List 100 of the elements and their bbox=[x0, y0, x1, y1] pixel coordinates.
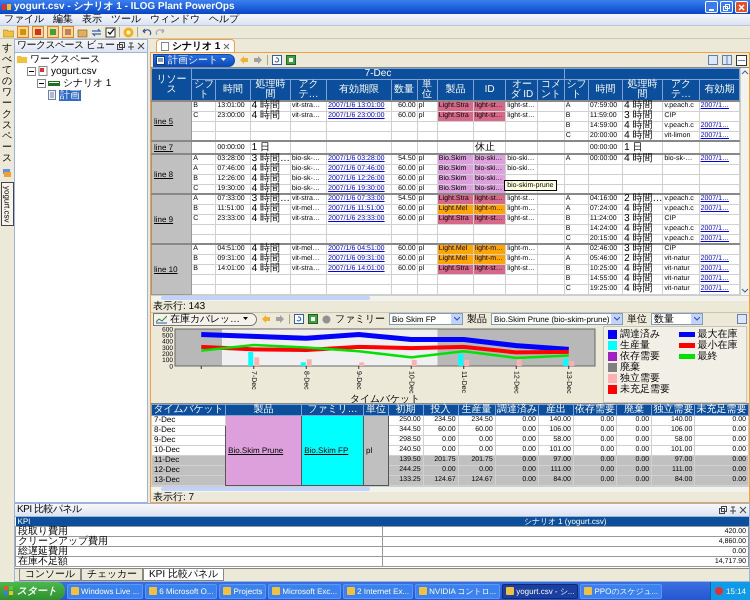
clock: 15:14 bbox=[726, 586, 746, 596]
column-header[interactable]: 単位 bbox=[364, 404, 388, 415]
taskbar-item[interactable]: PPOのスケジュ... bbox=[580, 584, 662, 598]
resource-link[interactable]: line 5 bbox=[154, 116, 174, 126]
column-header[interactable]: 独立需要 bbox=[652, 404, 695, 415]
unit-select[interactable]: 数量 bbox=[651, 313, 703, 325]
legend-label: 最小在庫 bbox=[698, 340, 738, 350]
table-cell: 3 時間… bbox=[252, 155, 290, 164]
resource-link[interactable]: line 9 bbox=[154, 214, 174, 224]
table-cell: 2 時間… bbox=[624, 195, 662, 204]
table-cell: 4 時間 bbox=[252, 175, 280, 183]
legend-label: 調達済み bbox=[620, 328, 660, 340]
taskbar-item[interactable]: Windows Live ... bbox=[67, 584, 144, 598]
menu-item[interactable]: 編集 bbox=[53, 14, 73, 25]
table-cell: 4 時間 bbox=[624, 285, 652, 293]
table-cell: 4 時間 bbox=[624, 265, 652, 273]
taskbar-item[interactable]: 6 Microsoft O... bbox=[145, 584, 218, 598]
column-header[interactable]: 投入 bbox=[423, 404, 458, 415]
table-cell: 1 日 bbox=[252, 144, 270, 152]
resource-link[interactable]: line 8 bbox=[154, 170, 174, 178]
panel-title: ワークスペース ビュー bbox=[17, 40, 115, 52]
panel-tab[interactable]: コンソール bbox=[19, 569, 81, 581]
table-cell: 4 時間 bbox=[624, 205, 652, 213]
table-cell: 8-Dec bbox=[152, 425, 226, 435]
table-cell: 4 時間 bbox=[252, 265, 280, 273]
legend-label: 最大在庫 bbox=[698, 328, 738, 340]
column-header[interactable]: 廃棄 bbox=[616, 404, 652, 415]
table-cell: 4 時間 bbox=[252, 112, 280, 120]
taskbar-item[interactable]: yogurt.csv - シ... bbox=[502, 584, 578, 598]
family-select[interactable]: Bio Skim FP bbox=[389, 313, 463, 325]
column-header[interactable]: 処理時間 bbox=[622, 80, 663, 101]
legend-label: 廃棄 bbox=[620, 362, 640, 372]
column-header[interactable]: 依存需要 bbox=[573, 404, 617, 415]
view-dropdown[interactable]: 在庫カバレッ… bbox=[153, 312, 257, 326]
table-cell: 11-Dec bbox=[152, 455, 226, 465]
sheet-dropdown[interactable]: 計画シート bbox=[153, 54, 235, 66]
column-header: KPI bbox=[16, 517, 382, 526]
column-group-header: 7-Dec bbox=[192, 68, 564, 80]
table-cell: クリーンアップ費用 bbox=[18, 538, 108, 546]
panel-title: すべてのワークスペース bbox=[2, 43, 12, 164]
table-cell: pl bbox=[366, 446, 372, 454]
side-tab[interactable]: yogurt.csv bbox=[0, 182, 14, 226]
legend-label: 独立需要 bbox=[620, 372, 660, 384]
column-header[interactable]: 産出 bbox=[538, 404, 574, 415]
table-cell: 4 時間 bbox=[252, 205, 280, 213]
column-header: リソース bbox=[152, 68, 192, 101]
tree-item[interactable]: yogurt.csv bbox=[50, 66, 98, 76]
table-cell: 4 時間 bbox=[624, 102, 652, 110]
tree-item[interactable]: ワークスペース bbox=[29, 54, 101, 64]
legend-label: 最終 bbox=[698, 350, 718, 362]
table-cell: 4 時間 bbox=[624, 132, 652, 140]
legend-label: 生産量 bbox=[620, 340, 650, 350]
table-cell: 2 時間 bbox=[624, 255, 652, 263]
field-label: 単位 bbox=[627, 313, 647, 326]
table-cell: 4 時間 bbox=[252, 245, 280, 254]
tree-item[interactable]: シナリオ 1 bbox=[62, 78, 112, 88]
taskbar-item[interactable]: Projects bbox=[219, 584, 266, 598]
menu-item[interactable]: ウィンドウ bbox=[150, 14, 200, 25]
column-header[interactable]: タイムバケット bbox=[152, 404, 226, 415]
table-cell: 総遅延費用 bbox=[18, 548, 68, 556]
column-header[interactable]: ファミリ… bbox=[302, 404, 364, 415]
row-count: 表示行: 143 bbox=[152, 300, 206, 312]
table-cell: 12-Dec bbox=[152, 465, 226, 475]
table-cell: 4 時間 bbox=[624, 234, 652, 243]
tree-item[interactable]: 計画 bbox=[59, 90, 81, 100]
editor-tab[interactable]: シナリオ 1 bbox=[156, 39, 236, 52]
table-cell: 4 時間 bbox=[624, 275, 652, 283]
column-header[interactable]: 処理時間 bbox=[250, 80, 290, 101]
table-cell: 在庫不足額 bbox=[18, 558, 68, 566]
column-header[interactable]: 調達済み bbox=[495, 404, 538, 415]
table-cell: 1 日 bbox=[624, 144, 642, 152]
menu-item[interactable]: ツール bbox=[111, 14, 141, 25]
column-header[interactable]: 製品 bbox=[226, 404, 302, 415]
column-header[interactable]: 未充足需要 bbox=[694, 404, 748, 415]
product-select[interactable]: Bio.Skim Prune (bio-skim-prune) bbox=[491, 313, 623, 325]
legend-label: 未充足需要 bbox=[620, 384, 670, 394]
legend-label: 依存需要 bbox=[620, 350, 660, 362]
column-header[interactable]: 初期 bbox=[388, 404, 424, 415]
table-cell: 3 時間 bbox=[624, 112, 652, 120]
taskbar-item[interactable]: Microsoft Exc... bbox=[268, 584, 342, 598]
field-label: ファミリー bbox=[335, 313, 385, 326]
menu-item[interactable]: ヘルプ bbox=[209, 14, 239, 25]
table-cell: 4 時間 bbox=[624, 225, 652, 233]
column-header[interactable]: 生産量 bbox=[458, 404, 496, 415]
panel-tab[interactable]: KPI 比較パネル bbox=[143, 569, 224, 581]
table-cell: 4 時間 bbox=[252, 165, 280, 173]
taskbar-item[interactable]: NVIDIA コントロ... bbox=[415, 584, 500, 598]
table-cell: 3 時間 bbox=[624, 245, 652, 254]
table-cell: 段取り費用 bbox=[18, 528, 68, 536]
table-cell: 13-Dec bbox=[152, 475, 226, 485]
field-label: 製品 bbox=[467, 312, 487, 326]
panel-tab[interactable]: チェッカー bbox=[81, 569, 143, 581]
menu-item[interactable]: ファイル bbox=[4, 14, 44, 25]
resource-link[interactable]: line 10 bbox=[154, 264, 178, 274]
menu-item[interactable]: 表示 bbox=[82, 14, 102, 25]
taskbar-item[interactable]: 2 Internet Ex... bbox=[343, 584, 414, 598]
panel-title: KPI 比較パネル bbox=[17, 504, 83, 516]
row-count: 表示行: 7 bbox=[152, 492, 196, 502]
product-link[interactable]: Bio.Skim Prune bbox=[228, 446, 284, 454]
family-link[interactable]: Bio.Skim FP bbox=[304, 446, 348, 454]
